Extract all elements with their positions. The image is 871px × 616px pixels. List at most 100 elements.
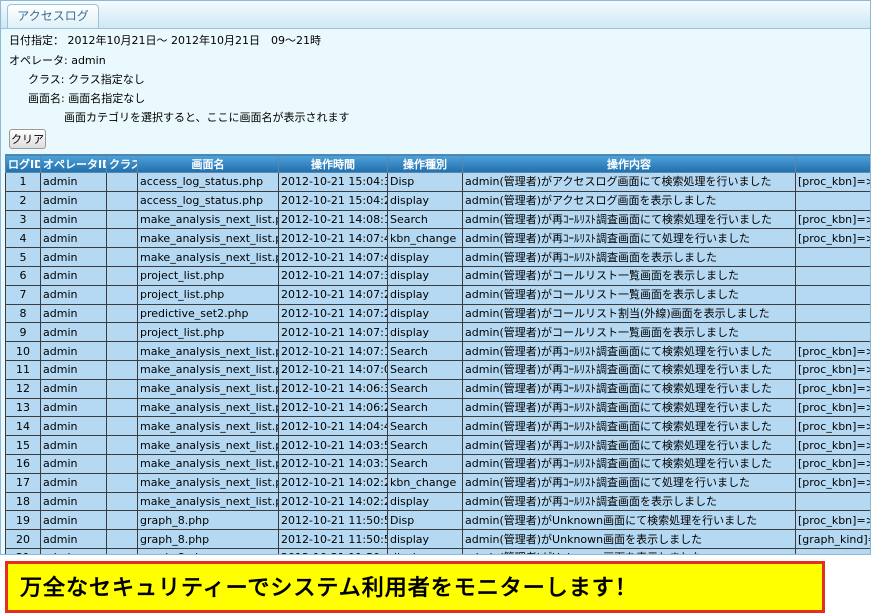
cell-screen-name: project_list.php bbox=[137, 284, 279, 305]
cell-operator-id: admin bbox=[40, 228, 107, 249]
cell-operation-content: admin(管理者)がコールリスト一覧画面を表示しました bbox=[462, 284, 796, 305]
tab-access-log[interactable]: アクセスログ bbox=[7, 4, 99, 28]
table-row[interactable]: 3admin make_analysis_next_list.php2012-10… bbox=[5, 209, 870, 230]
clear-button[interactable]: クリア bbox=[9, 129, 46, 149]
cell-operation-time: 2012-10-21 14:03:55 bbox=[278, 435, 388, 455]
cell-extra bbox=[795, 265, 870, 286]
date-filter-text: 日付指定： 2012年10月21日～ 2012年10月21日 09～21時 bbox=[9, 34, 321, 47]
table-row[interactable]: 16admin make_analysis_next_list.php2012-1… bbox=[5, 453, 870, 474]
cell-extra: [proc_kbn]=>S bbox=[795, 341, 870, 361]
cell-log-id: 14 bbox=[5, 416, 41, 437]
cell-operation-type: Search bbox=[387, 416, 463, 437]
header-operation-content[interactable]: 操作内容 bbox=[462, 154, 796, 173]
cell-operation-type: display bbox=[387, 265, 463, 286]
cell-class bbox=[106, 172, 138, 192]
table-row[interactable]: 13admin make_analysis_next_list.php2012-1… bbox=[5, 397, 870, 418]
cell-class bbox=[106, 472, 138, 493]
cell-class bbox=[106, 416, 138, 437]
cell-operator-id: admin bbox=[40, 491, 107, 512]
cell-log-id: 8 bbox=[5, 303, 41, 324]
cell-operation-content: admin(管理者)が再ｺｰﾙﾘｽﾄ調査画面にて検索処理を行いました bbox=[462, 359, 796, 380]
cell-extra: [proc_kbn]=>S bbox=[795, 359, 870, 380]
cell-operation-time: 2012-10-21 14:07:23 bbox=[278, 303, 388, 324]
cell-operation-type: Search bbox=[387, 209, 463, 230]
cell-screen-name: make_analysis_next_list.php bbox=[137, 359, 279, 380]
cell-log-id: 12 bbox=[5, 378, 41, 399]
table-row[interactable]: 12admin make_analysis_next_list.php2012-1… bbox=[5, 378, 870, 399]
cell-operation-content: admin(管理者)が再ｺｰﾙﾘｽﾄ調査画面にて検索処理を行いました bbox=[462, 397, 796, 418]
table-row[interactable]: 14admin make_analysis_next_list.php2012-1… bbox=[5, 416, 870, 437]
table-row[interactable]: 2 admin access_log_status.php 2012-10-21 15… bbox=[5, 190, 870, 211]
table-row[interactable]: 7 admin project_list.php 2012-10-21 14:07:2… bbox=[5, 284, 870, 305]
cell-extra: [proc_kbn]=>k bbox=[795, 228, 870, 249]
header-screen-name[interactable]: 画面名 bbox=[137, 154, 279, 173]
cell-operator-id: admin bbox=[40, 284, 107, 305]
promo-banner: 万全なセキュリティーでシステム利用者をモニターします！ bbox=[5, 561, 825, 613]
table-row[interactable]: 10admin make_analysis_next_list.php2012-1… bbox=[5, 341, 870, 361]
cell-class bbox=[106, 397, 138, 418]
cell-extra bbox=[795, 247, 870, 267]
table-row[interactable]: 18admin make_analysis_next_list.php2012-1… bbox=[5, 491, 870, 512]
cell-class bbox=[106, 547, 138, 554]
cell-log-id: 19 bbox=[5, 510, 41, 531]
table-row[interactable]: 15admin make_analysis_next_list.php2012-1… bbox=[5, 435, 870, 455]
table-row[interactable]: 19 admin graph_8.php 2012-10-21 11:50:54 Dis… bbox=[5, 510, 870, 531]
table-row[interactable]: 9 admin project_list.php 2012-10-21 14:07:1… bbox=[5, 322, 870, 343]
cell-class bbox=[106, 359, 138, 380]
table-row[interactable]: 20 admin graph_8.php 2012-10-21 11:50:50 dis… bbox=[5, 529, 870, 549]
header-operation-type[interactable]: 操作種別 bbox=[387, 154, 463, 173]
cell-class bbox=[106, 284, 138, 305]
cell-log-id: 5 bbox=[5, 247, 41, 267]
cell-log-id: 3 bbox=[5, 209, 41, 230]
cell-log-id: 2 bbox=[5, 190, 41, 211]
cell-operation-type: Disp bbox=[387, 172, 463, 192]
table-row[interactable]: 5admin make_analysis_next_list.php2012-10… bbox=[5, 247, 870, 267]
operator-filter-text: オペレータ: admin bbox=[9, 54, 106, 67]
cell-extra bbox=[795, 491, 870, 512]
cell-screen-name: make_analysis_next_list.php bbox=[137, 416, 279, 437]
cell-extra bbox=[795, 547, 870, 554]
cell-operation-time: 2012-10-21 14:02:27 bbox=[278, 472, 388, 493]
cell-extra: [proc_kbn]=>S bbox=[795, 378, 870, 399]
cell-screen-name: make_analysis_next_list.php bbox=[137, 491, 279, 512]
cell-extra: [proc_kbn]=>D bbox=[795, 510, 870, 531]
cell-operation-type: Search bbox=[387, 435, 463, 455]
table-row[interactable]: 11admin make_analysis_next_list.php2012-1… bbox=[5, 359, 870, 380]
cell-operation-type: kbn_change bbox=[387, 228, 463, 249]
cell-operation-content: admin(管理者)が再ｺｰﾙﾘｽﾄ調査画面を表示しました bbox=[462, 491, 796, 512]
cell-screen-name: make_analysis_next_list.php bbox=[137, 378, 279, 399]
cell-extra bbox=[795, 322, 870, 343]
cell-operation-time: 2012-10-21 14:07:15 bbox=[278, 341, 388, 361]
table-row[interactable]: 1 admin access_log_status.php 2012-10-21 15… bbox=[5, 172, 870, 192]
cell-operator-id: admin bbox=[40, 303, 107, 324]
cell-operator-id: admin bbox=[40, 341, 107, 361]
cell-operation-content: admin(管理者)が再ｺｰﾙﾘｽﾄ調査画面にて検索処理を行いました bbox=[462, 453, 796, 474]
cell-log-id: 21 bbox=[5, 547, 41, 554]
cell-operator-id: admin bbox=[40, 172, 107, 192]
header-class[interactable]: クラス bbox=[106, 154, 138, 173]
cell-extra: [proc_kbn]=>S bbox=[795, 397, 870, 418]
cell-operation-time: 2012-10-21 14:06:36 bbox=[278, 378, 388, 399]
cell-operation-content: admin(管理者)が再ｺｰﾙﾘｽﾄ調査画面にて処理を行いました bbox=[462, 228, 796, 249]
cell-class bbox=[106, 453, 138, 474]
table-row[interactable]: 6 admin project_list.php 2012-10-21 14:07:3… bbox=[5, 265, 870, 286]
cell-log-id: 9 bbox=[5, 322, 41, 343]
cell-screen-name: access_log_status.php bbox=[137, 172, 279, 192]
cell-class bbox=[106, 228, 138, 249]
cell-log-id: 18 bbox=[5, 491, 41, 512]
cell-operation-type: display bbox=[387, 322, 463, 343]
header-log-id[interactable]: ログID bbox=[5, 154, 41, 173]
cell-operator-id: admin bbox=[40, 265, 107, 286]
table-row[interactable]: 8 admin predictive_set2.php 2012-10-21 14:0… bbox=[5, 303, 870, 324]
header-operation-time[interactable]: 操作時間 bbox=[278, 154, 388, 173]
table-row[interactable]: 17admin make_analysis_next_list.php2012-1… bbox=[5, 472, 870, 493]
cell-operator-id: admin bbox=[40, 247, 107, 267]
cell-operator-id: admin bbox=[40, 510, 107, 531]
table-row[interactable]: 21admin graph_8.php2012-10-21 11:50:47dis… bbox=[5, 547, 870, 554]
access-log-table: ログID オペレータID クラス 画面名 操作時間 操作種別 操作内容 1adm… bbox=[5, 154, 870, 554]
header-extra[interactable] bbox=[795, 154, 870, 173]
table-row[interactable]: 4admin make_analysis_next_list.php2012-10… bbox=[5, 228, 870, 249]
cell-class bbox=[106, 341, 138, 361]
cell-operator-id: admin bbox=[40, 322, 107, 343]
header-operator-id[interactable]: オペレータID bbox=[40, 154, 107, 173]
